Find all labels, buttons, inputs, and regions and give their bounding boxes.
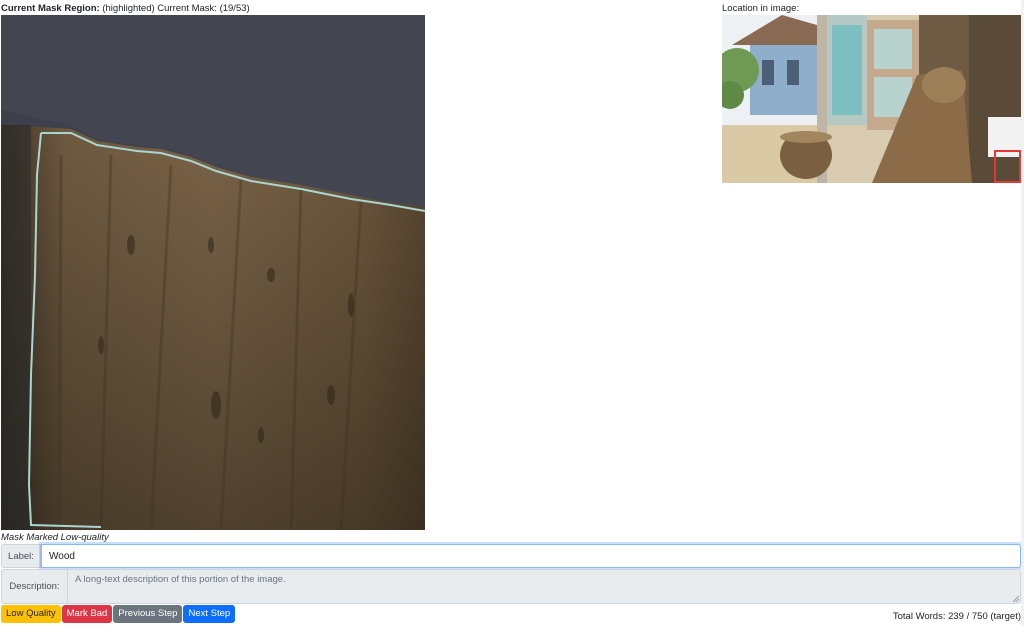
mark-bad-button[interactable]: Mark Bad (61, 605, 113, 623)
previous-step-button[interactable]: Previous Step (113, 605, 183, 623)
mask-region-label: Current Mask Region: (1, 3, 100, 14)
resize-grip-icon[interactable] (1013, 596, 1019, 602)
next-step-button[interactable]: Next Step (183, 605, 236, 623)
mask-region-progress: (highlighted) Current Mask: (19/53) (102, 3, 250, 14)
description-addon: Description: (1, 569, 68, 604)
mask-status: Mask Marked Low-quality (1, 532, 109, 543)
label-input-value: Wood (49, 550, 75, 562)
low-quality-button[interactable]: Low Quality (1, 605, 61, 623)
label-input[interactable]: Wood (41, 544, 1021, 568)
location-image-drawing (722, 15, 1021, 183)
mask-region-header: Current Mask Region: (highlighted) Curre… (1, 3, 250, 15)
description-placeholder: A long-text description of this portion … (75, 574, 286, 585)
location-title: Location in image: (722, 3, 800, 14)
total-words-counter: Total Words: 239 / 750 (target) (892, 611, 1021, 622)
mask-crop-image (1, 15, 425, 530)
label-addon: Label: (1, 544, 41, 568)
label-group: Label: Wood (1, 544, 1021, 568)
location-image (722, 15, 1021, 183)
description-group: Description: A long-text description of … (1, 569, 1021, 604)
description-textarea[interactable]: A long-text description of this portion … (68, 569, 1021, 604)
mask-crop-drawing (1, 15, 425, 530)
action-buttons: Low Quality Mark Bad Previous Step Next … (1, 605, 236, 623)
